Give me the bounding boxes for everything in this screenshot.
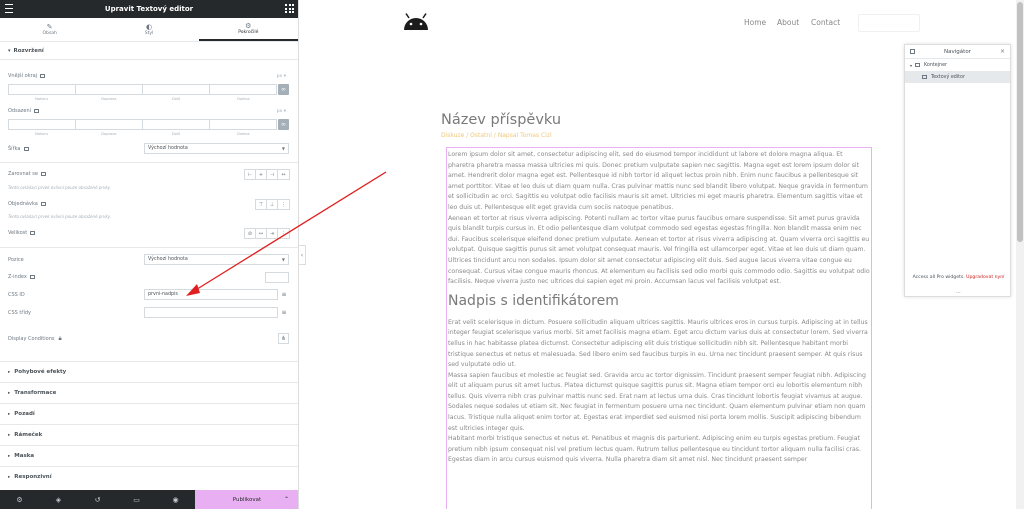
navigator-pro-promo: Access all Pro widgets. Upgradovat nyní [909,274,1008,281]
navigator-title: Navigátor [944,48,971,55]
scrollbar-thumb[interactable] [1017,2,1023,242]
scrollbar[interactable] [1016,0,1024,509]
resize-handle-icon[interactable]: ⋯ [956,290,961,296]
container-icon [915,63,921,67]
pro-text: Access all Pro widgets. [912,275,965,280]
navigator-header[interactable]: Navigátor × [905,45,1010,59]
expand-all-icon[interactable] [910,49,915,54]
navigator-item-container[interactable]: ▾ Kontejner [905,59,1010,71]
navigator-item-label: Textový editor [931,74,965,80]
caret-down-icon[interactable]: ▾ [910,63,912,68]
navigator-item-text-editor[interactable]: Textový editor [905,71,1010,83]
annotation-arrow [186,171,387,296]
navigator-panel: Navigátor × ▾ Kontejner Textový editor A… [904,44,1011,297]
navigator-item-label: Kontejner [924,62,948,68]
close-icon[interactable]: × [1000,48,1005,55]
text-editor-icon [922,75,927,79]
upgrade-link[interactable]: Upgradovat nyní [966,275,1004,280]
